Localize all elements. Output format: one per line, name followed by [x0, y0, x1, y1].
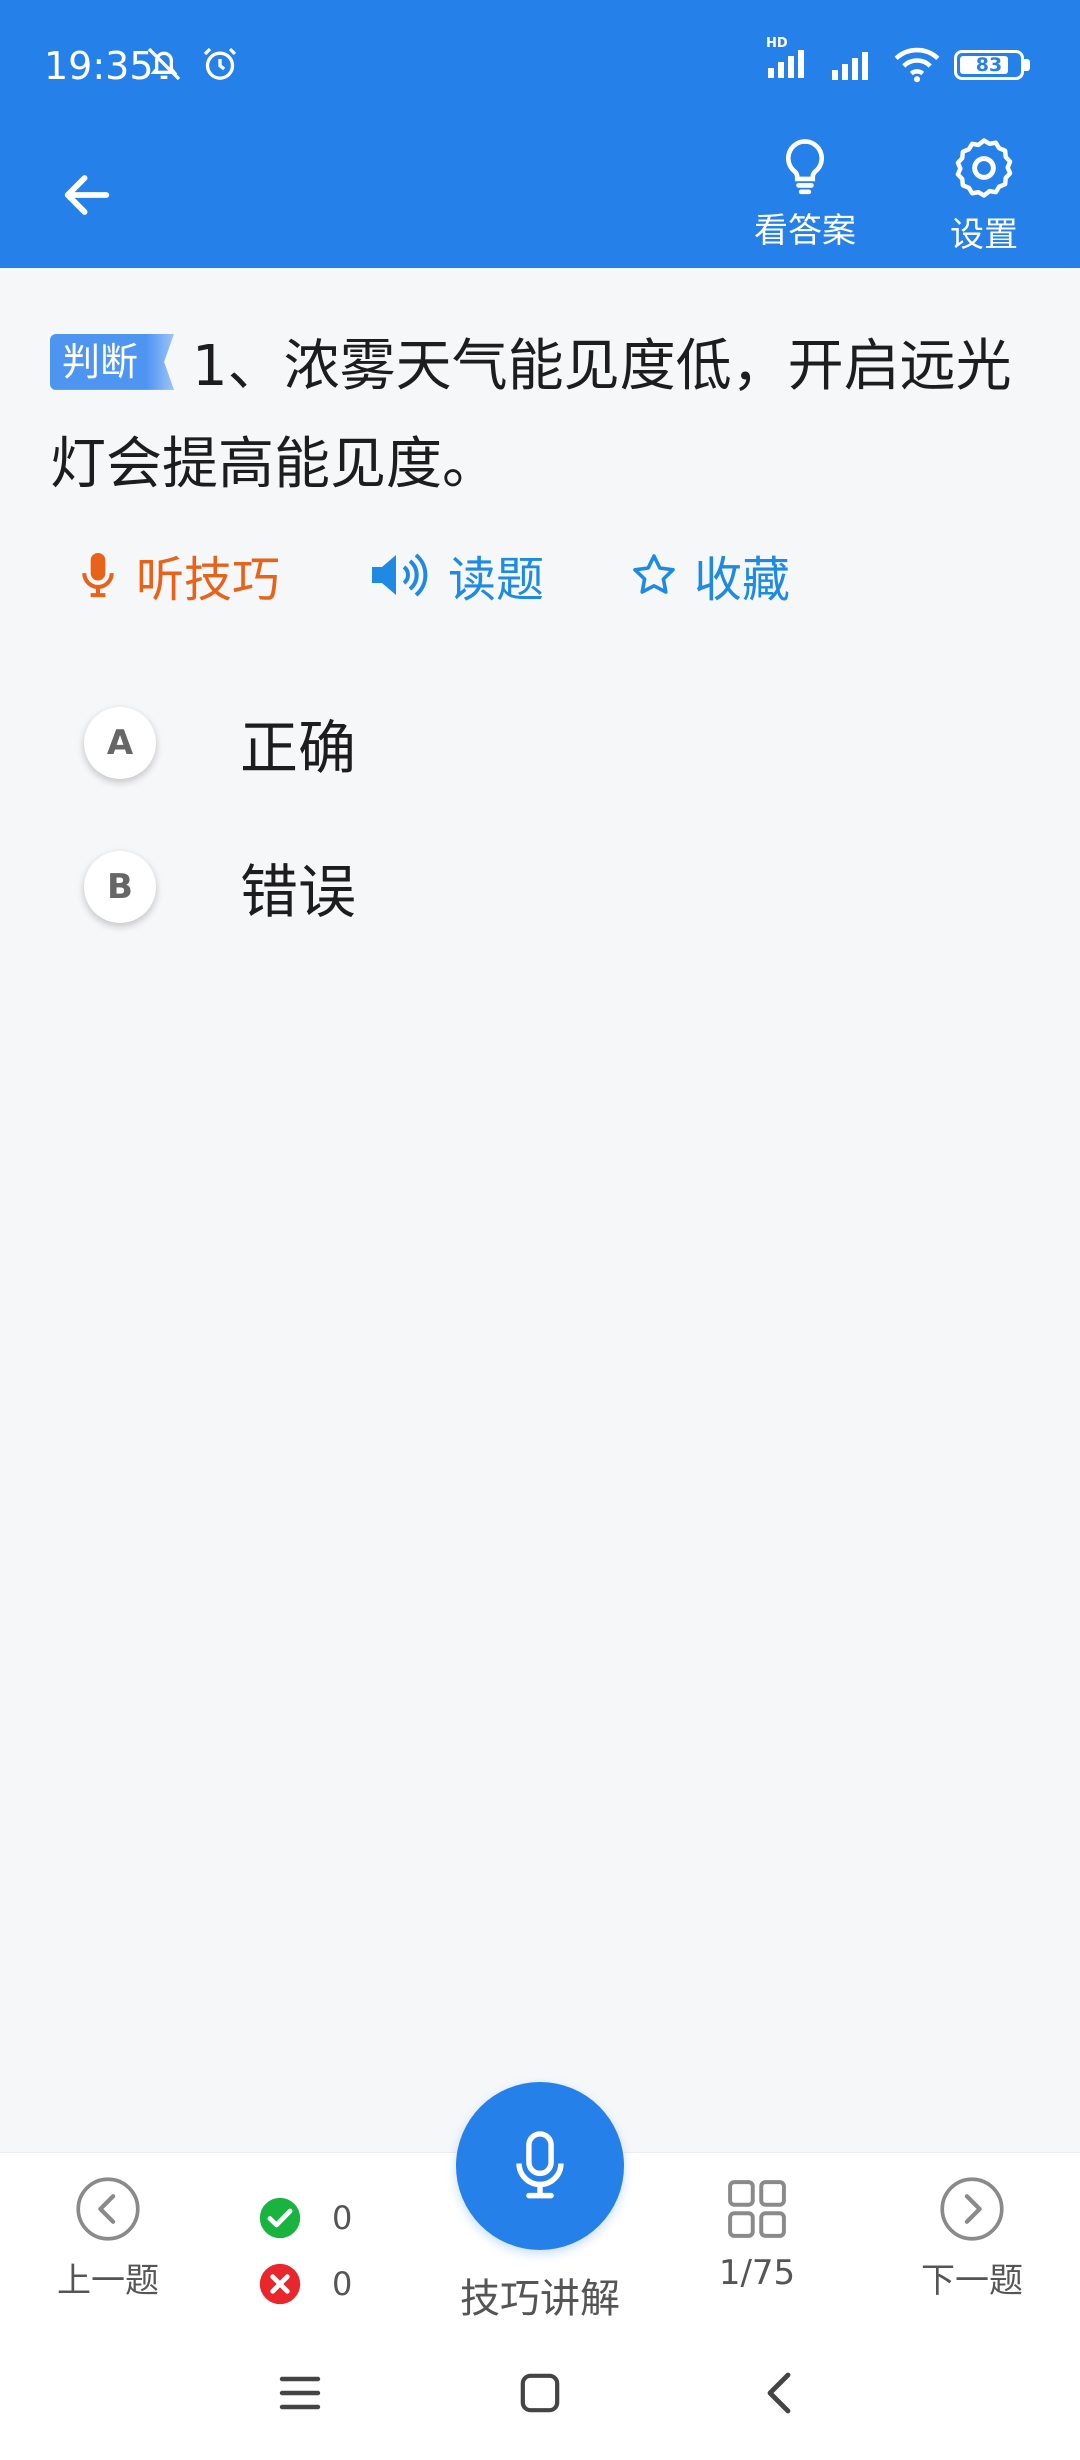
listen-tips-label: 听技巧: [136, 552, 281, 608]
status-time: 19:35: [44, 44, 154, 88]
question-type-badge: 判断: [50, 333, 174, 390]
signal-icon-2: [832, 52, 868, 80]
back-button[interactable]: [52, 155, 122, 235]
option-letter: A: [84, 707, 156, 779]
option-text: 错误: [240, 858, 357, 926]
read-question-label: 读题: [448, 552, 545, 608]
tips-explain-fab[interactable]: [456, 2082, 624, 2250]
correct-count: 0: [332, 2199, 353, 2237]
option-letter: B: [84, 851, 156, 923]
read-question-button[interactable]: 读题: [368, 530, 544, 620]
listen-tips-button[interactable]: 听技巧: [76, 530, 280, 620]
menu-button[interactable]: [260, 2358, 340, 2428]
prev-question-button[interactable]: 上一题: [18, 2175, 198, 2325]
question-actions: 听技巧 读题 收藏: [0, 530, 1080, 620]
cross-circle-icon: [259, 2263, 301, 2305]
alarm-icon: [203, 47, 237, 80]
question-grid-button[interactable]: 1/75: [667, 2175, 847, 2325]
signal-icon: [768, 50, 804, 78]
option-b[interactable]: B 错误: [84, 842, 984, 932]
home-square-icon: [520, 2373, 560, 2413]
battery-level: 83: [975, 54, 1003, 76]
arrow-left-icon: [64, 175, 110, 215]
speaker-icon: [372, 553, 428, 597]
favorite-label: 收藏: [694, 552, 791, 608]
home-button[interactable]: [500, 2358, 580, 2428]
grid-icon: [728, 2180, 786, 2238]
chevron-left-icon: [767, 2372, 791, 2414]
show-answer-button[interactable]: 看答案: [735, 135, 875, 268]
tips-explain-label: 技巧讲解: [460, 2276, 620, 2322]
star-icon: [633, 554, 675, 594]
score-summary: 0 0: [258, 2185, 378, 2317]
chevron-left-circle-icon: [76, 2177, 140, 2241]
question-block: 判断 1、浓雾天气能见度低，开启远光灯会提高能见度。: [50, 318, 1040, 514]
battery-icon: 83: [954, 50, 1024, 80]
next-question-button[interactable]: 下一题: [882, 2175, 1062, 2325]
favorite-button[interactable]: 收藏: [630, 530, 790, 620]
microphone-icon: [82, 553, 114, 598]
question-progress: 1/75: [718, 2253, 796, 2293]
settings-button[interactable]: 设置: [914, 135, 1054, 268]
show-answer-label: 看答案: [754, 211, 856, 251]
system-back-button[interactable]: [740, 2358, 820, 2428]
question-text: 1、浓雾天气能见度低，开启远光灯会提高能见度。: [50, 334, 1012, 497]
wrong-count: 0: [332, 2265, 353, 2303]
app-header: 看答案 设置: [0, 135, 1080, 268]
prev-question-label: 上一题: [57, 2261, 159, 2301]
menu-icon: [279, 2376, 321, 2410]
microphone-icon: [516, 2131, 564, 2199]
option-text: 正确: [240, 714, 357, 782]
settings-label: 设置: [950, 215, 1018, 255]
option-a[interactable]: A 正确: [84, 698, 984, 788]
system-navigation-bar: [0, 2330, 1080, 2460]
check-circle-icon: [259, 2197, 301, 2239]
wifi-icon: [894, 47, 940, 83]
bell-off-icon: [147, 47, 181, 81]
gear-icon: [955, 138, 1013, 198]
status-bar: 19:35 HD 83: [0, 0, 1080, 135]
next-question-label: 下一题: [921, 2261, 1023, 2301]
network-type-label: HD: [766, 36, 788, 51]
chevron-right-circle-icon: [940, 2177, 1004, 2241]
lightbulb-icon: [785, 139, 825, 195]
